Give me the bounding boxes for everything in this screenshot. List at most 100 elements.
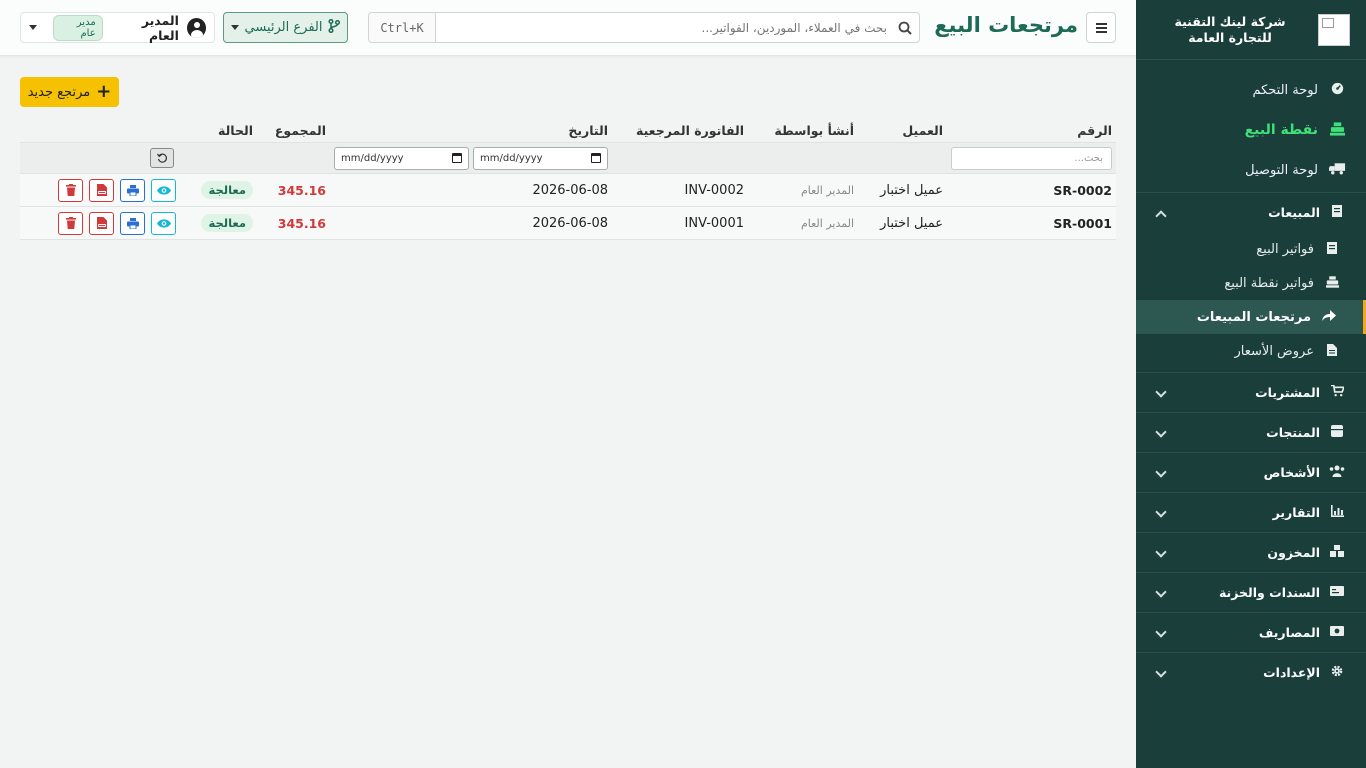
sidebar-group-products[interactable]: المنتجات [1136, 412, 1366, 452]
print-button[interactable] [120, 178, 145, 202]
cell-customer: عميل اختبار [880, 182, 943, 198]
cell-number[interactable]: SR-0002 [1053, 174, 1112, 206]
sidebar-item-sales-returns[interactable]: مرتجعات المبيعات [1136, 300, 1366, 334]
printer-icon [126, 217, 139, 229]
filter-date-from-value: mm/dd/yyyy [341, 152, 404, 164]
menu-toggle-button[interactable] [1086, 12, 1116, 43]
print-button[interactable] [120, 211, 145, 235]
calendar-icon [591, 153, 601, 163]
trash-icon [65, 184, 76, 196]
sidebar-group-reports[interactable]: التقارير [1136, 492, 1366, 532]
sidebar-item-label: نقطة البيع [1244, 122, 1318, 138]
global-search: Ctrl+K [368, 12, 920, 43]
cell-created-by: المدير العام [800, 216, 854, 230]
filter-date-from[interactable]: mm/dd/yyyy [334, 146, 469, 170]
brand[interactable]: شركة لينك التقنية للتجارة العامة [1136, 0, 1366, 60]
column-header-status[interactable]: الحالة [218, 118, 253, 142]
sidebar-item-dashboard[interactable]: لوحة التحكم [1136, 70, 1366, 110]
sidebar-group-expenses[interactable]: المصاريف [1136, 612, 1366, 652]
column-header-ref-invoice[interactable]: الفاتورة المرجعية [636, 118, 744, 142]
chevron-down-icon [1154, 426, 1168, 440]
search-icon [891, 13, 919, 42]
cell-date: 2026-06-08 [532, 182, 608, 198]
pdf-button[interactable] [89, 178, 114, 202]
share-arrow-icon [1321, 309, 1337, 325]
sidebar-group-label: التقارير [1272, 505, 1320, 520]
filter-reset-cell [150, 143, 174, 173]
branch-label: الفرع الرئيسي [244, 20, 323, 35]
sidebar-group-people[interactable]: الأشخاص [1136, 452, 1366, 492]
column-header-created-by[interactable]: أنشأ بواسطة [774, 118, 854, 142]
sidebar-item-pos[interactable]: نقطة البيع [1136, 110, 1366, 150]
cash-register-icon [1324, 275, 1340, 291]
sidebar: شركة لينك التقنية للتجارة العامة لوحة ال… [1136, 0, 1366, 768]
user-menu[interactable]: المدير العام مدير عام [20, 12, 215, 43]
status-badge: معالجة [201, 181, 253, 199]
sidebar-group-settings[interactable]: الإعدادات [1136, 652, 1366, 692]
chevron-down-icon [1154, 506, 1168, 520]
chart-icon [1328, 505, 1346, 520]
branch-selector[interactable]: الفرع الرئيسي [223, 12, 348, 43]
cell-ref-invoice: INV-0001 [684, 215, 744, 231]
table-row[interactable]: SR-0002 عميل اختبار المدير العام INV-000… [20, 174, 1116, 207]
column-header-date[interactable]: التاريخ [568, 118, 608, 142]
hamburger-icon-bar [1096, 27, 1107, 29]
delete-button[interactable] [58, 211, 83, 235]
user-name: المدير العام [141, 12, 179, 43]
sidebar-group-purchases[interactable]: المشتريات [1136, 372, 1366, 412]
sidebar-item-sales-invoices[interactable]: فواتير البيع [1136, 232, 1366, 266]
column-header-customer[interactable]: العميل [902, 118, 943, 142]
sidebar-item-delivery[interactable]: لوحة التوصيل [1136, 150, 1366, 190]
cell-customer: عميل اختبار [880, 215, 943, 231]
cell-status: معالجة [201, 174, 253, 206]
chevron-down-icon [1154, 466, 1168, 480]
cell-number[interactable]: SR-0001 [1053, 207, 1112, 239]
cell-ref-invoice: INV-0002 [684, 182, 744, 198]
column-header-total[interactable]: المجموع [275, 118, 326, 142]
chevron-down-icon [1154, 386, 1168, 400]
branch-icon [328, 18, 341, 37]
chevron-down-icon [1154, 626, 1168, 640]
sidebar-item-label: عروض الأسعار [1234, 343, 1315, 359]
dashboard-icon [1328, 82, 1346, 98]
chevron-down-icon [1154, 666, 1168, 680]
view-button[interactable] [151, 178, 176, 202]
view-button[interactable] [151, 211, 176, 235]
new-return-button[interactable]: + مرتجع جديد [20, 77, 119, 107]
sidebar-group-vouchers[interactable]: السندات والخزنة [1136, 572, 1366, 612]
reset-filters-button[interactable] [150, 148, 174, 168]
gear-icon [1328, 665, 1346, 680]
hamburger-icon-bar [1096, 31, 1107, 33]
new-return-label: مرتجع جديد [27, 84, 91, 100]
table-header-row: الرقم العميل أنشأ بواسطة الفاتورة المرجع… [20, 118, 1116, 142]
search-input[interactable] [436, 13, 891, 42]
calendar-icon [452, 153, 462, 163]
top-header: مرتجعات البيع Ctrl+K الفرع الرئيسي المدي… [0, 0, 1136, 56]
filter-search-input[interactable]: بحث... [951, 146, 1112, 170]
file-icon [1324, 343, 1340, 359]
table-row[interactable]: SR-0001 عميل اختبار المدير العام INV-000… [20, 207, 1116, 240]
user-avatar-icon [186, 17, 206, 38]
pdf-button[interactable] [89, 211, 114, 235]
delete-button[interactable] [58, 178, 83, 202]
cell-total: 345.16 [277, 215, 326, 231]
filter-date-from-cell: mm/dd/yyyy [334, 143, 469, 173]
row-actions [58, 174, 176, 206]
pdf-icon [96, 217, 107, 229]
sidebar-item-pos-invoices[interactable]: فواتير نقطة البيع [1136, 266, 1366, 300]
sidebar-group-sales[interactable]: المبيعات [1136, 192, 1366, 232]
column-header-number[interactable]: الرقم [1077, 118, 1112, 142]
sidebar-item-label: فواتير نقطة البيع [1224, 275, 1314, 291]
sidebar-group-inventory[interactable]: المخزون [1136, 532, 1366, 572]
sidebar-group-label: الأشخاص [1263, 465, 1320, 480]
search-shortcut-badge: Ctrl+K [369, 13, 436, 42]
filter-search-cell: بحث... [951, 143, 1112, 173]
eye-icon [156, 185, 171, 195]
filter-date-to[interactable]: mm/dd/yyyy [473, 146, 608, 170]
eye-icon [156, 218, 171, 228]
company-name: شركة لينك التقنية للتجارة العامة [1174, 13, 1286, 45]
table-filter-row: بحث... mm/dd/yyyy mm/dd/yyyy [20, 142, 1116, 174]
sidebar-item-label: مرتجعات المبيعات [1196, 309, 1311, 325]
sidebar-group-label: المخزون [1267, 545, 1320, 560]
sidebar-item-quotations[interactable]: عروض الأسعار [1136, 334, 1366, 368]
